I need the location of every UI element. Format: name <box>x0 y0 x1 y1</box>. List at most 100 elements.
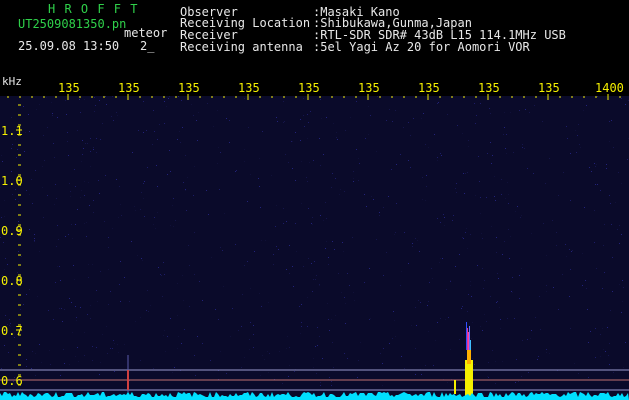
noise-speck <box>31 179 32 180</box>
noise-speck <box>331 319 332 320</box>
noise-speck <box>410 167 411 168</box>
noise-speck <box>193 195 194 196</box>
noise-speck <box>102 334 103 335</box>
noise-speck <box>154 217 155 218</box>
noise-speck <box>282 383 283 384</box>
noise-speck <box>279 351 280 352</box>
noise-speck <box>90 151 91 152</box>
noise-speck <box>98 180 99 181</box>
freq-tick-label: 0.9 <box>1 224 23 238</box>
noise-speck <box>545 183 546 184</box>
noise-speck <box>32 203 33 204</box>
noise-speck <box>521 376 522 377</box>
noise-speck <box>428 147 429 148</box>
noise-speck <box>34 241 35 242</box>
noise-speck <box>295 223 296 224</box>
noise-speck <box>26 359 27 360</box>
noise-speck <box>531 233 532 234</box>
noise-speck <box>119 284 120 285</box>
noise-speck <box>508 194 509 195</box>
noise-speck <box>104 221 105 222</box>
noise-speck <box>39 104 40 105</box>
noise-speck <box>410 135 411 136</box>
noise-speck <box>334 249 335 250</box>
noise-speck <box>244 98 245 99</box>
noise-speck <box>170 318 171 319</box>
noise-speck <box>187 177 188 178</box>
noise-speck <box>140 360 141 361</box>
noise-speck <box>325 248 326 249</box>
noise-speck <box>447 382 448 383</box>
noise-speck <box>3 242 4 243</box>
noise-speck <box>59 308 60 309</box>
noise-speck <box>498 278 499 279</box>
noise-speck <box>289 273 290 274</box>
noise-speck <box>94 111 95 112</box>
noise-speck <box>112 228 113 229</box>
noise-speck <box>482 330 483 331</box>
noise-speck <box>51 102 52 103</box>
noise-speck <box>474 103 475 104</box>
noise-speck <box>596 268 597 269</box>
noise-speck <box>466 228 467 229</box>
noise-speck <box>55 184 56 185</box>
noise-speck <box>49 350 50 351</box>
noise-speck <box>8 352 9 353</box>
noise-speck <box>369 319 370 320</box>
noise-speck <box>110 348 111 349</box>
noise-speck <box>108 237 109 238</box>
noise-speck <box>462 133 463 134</box>
freq-tick-label: 0.7 <box>1 324 23 338</box>
noise-speck <box>622 301 623 302</box>
noise-speck <box>65 236 66 237</box>
noise-speck <box>386 252 387 253</box>
noise-speck <box>546 352 547 353</box>
noise-speck <box>577 135 578 136</box>
noise-speck <box>194 232 195 233</box>
noise-speck <box>67 132 68 133</box>
noise-speck <box>152 144 153 145</box>
noise-speck <box>306 177 307 178</box>
noise-speck <box>558 309 559 310</box>
noise-speck <box>609 195 610 196</box>
noise-speck <box>85 143 86 144</box>
noise-speck <box>42 187 43 188</box>
noise-speck <box>450 280 451 281</box>
noise-speck <box>57 225 58 226</box>
noise-speck <box>5 315 6 316</box>
noise-speck <box>287 336 288 337</box>
noise-speck <box>277 121 278 122</box>
noise-speck <box>260 375 261 376</box>
noise-speck <box>75 224 76 225</box>
noise-speck <box>138 130 139 131</box>
noise-speck <box>77 347 78 348</box>
noise-speck <box>41 362 42 363</box>
noise-speck <box>131 241 132 242</box>
noise-speck <box>62 321 63 322</box>
noise-speck <box>95 105 96 106</box>
noise-speck <box>17 272 18 273</box>
noise-speck <box>440 153 441 154</box>
noise-speck <box>69 364 70 365</box>
noise-speck <box>383 275 384 276</box>
noise-speck <box>300 140 301 141</box>
noise-speck <box>253 334 254 335</box>
noise-speck <box>253 347 254 348</box>
noise-speck <box>440 222 441 223</box>
noise-speck <box>474 364 475 365</box>
noise-speck <box>353 181 354 182</box>
noise-speck <box>169 96 170 97</box>
noise-speck <box>477 265 478 266</box>
noise-speck <box>558 195 559 196</box>
noise-speck <box>489 108 490 109</box>
noise-speck <box>55 282 56 283</box>
noise-speck <box>72 238 73 239</box>
noise-speck <box>476 115 477 116</box>
noise-speck <box>468 140 469 141</box>
noise-speck <box>552 220 553 221</box>
noise-speck <box>467 248 468 249</box>
noise-speck <box>158 267 159 268</box>
noise-speck <box>470 234 471 235</box>
noise-speck <box>459 339 460 340</box>
noise-speck <box>283 208 284 209</box>
